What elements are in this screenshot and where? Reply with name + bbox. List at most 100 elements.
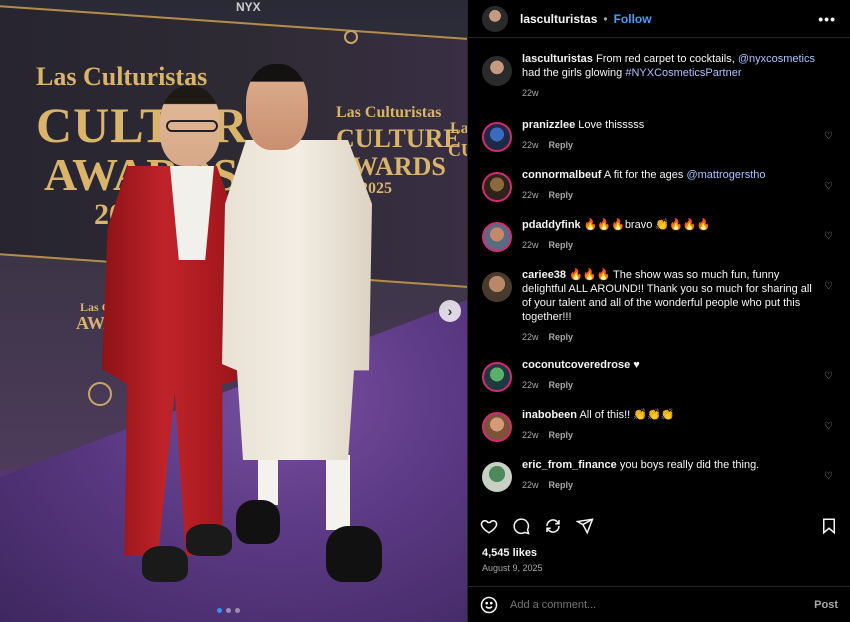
- avatar[interactable]: [482, 5, 508, 32]
- caption-time: 22w: [522, 88, 539, 98]
- comment-body: cariee38 🔥🔥🔥 The show was so much fun, f…: [522, 268, 822, 342]
- reply-button[interactable]: Reply: [549, 380, 574, 390]
- reply-button[interactable]: Reply: [549, 190, 574, 200]
- avatar[interactable]: [482, 272, 512, 302]
- post-actions: [468, 510, 850, 542]
- comment-row: pdaddyfink 🔥🔥🔥bravo 👏🔥🔥🔥 22w Reply ♡: [482, 218, 836, 252]
- comment-username[interactable]: connormalbeuf: [522, 169, 601, 181]
- comment-mention-link[interactable]: @mattrogerstho: [686, 169, 765, 181]
- more-options-icon[interactable]: •••: [818, 11, 836, 27]
- vw-logo-icon: [88, 382, 112, 406]
- like-comment-heart-icon[interactable]: ♡: [824, 182, 834, 192]
- caption-mention-link[interactable]: @nyxcosmetics: [738, 53, 815, 65]
- comment-text: pdaddyfink 🔥🔥🔥bravo 👏🔥🔥🔥: [522, 218, 822, 232]
- post-side-panel: lasculturistas • Follow ••• lasculturist…: [467, 0, 850, 622]
- reply-button[interactable]: Reply: [549, 430, 574, 440]
- backdrop-small-brand-1: Las Culturistas: [336, 104, 442, 121]
- comment-text: eric_from_finance you boys really did th…: [522, 458, 822, 472]
- bookmark-icon[interactable]: [820, 517, 838, 535]
- comment-time: 22w: [522, 332, 539, 342]
- comment-content: 🔥🔥🔥bravo 👏🔥🔥🔥: [580, 219, 711, 231]
- glasses: [166, 120, 218, 132]
- avatar[interactable]: [482, 222, 512, 252]
- carousel-next-button[interactable]: ›: [439, 300, 461, 322]
- comment-body: pdaddyfink 🔥🔥🔥bravo 👏🔥🔥🔥 22w Reply: [522, 218, 822, 252]
- reply-button[interactable]: Reply: [549, 240, 574, 250]
- comment-meta: 22w Reply: [522, 430, 822, 440]
- heart-icon[interactable]: [480, 517, 498, 535]
- nyx-logo: NYX: [236, 0, 261, 14]
- caption-part: had the girls glowing: [522, 67, 626, 79]
- comment-input[interactable]: [510, 598, 815, 611]
- like-comment-heart-icon[interactable]: ♡: [824, 282, 834, 292]
- person-white-suit-head: [246, 64, 308, 150]
- comment-time: 22w: [522, 430, 539, 440]
- caption-hashtag-link[interactable]: #NYXCosmeticsPartner: [625, 67, 741, 79]
- reply-button[interactable]: Reply: [549, 332, 574, 342]
- reply-button[interactable]: Reply: [549, 480, 574, 490]
- like-comment-heart-icon[interactable]: ♡: [824, 132, 834, 142]
- share-icon[interactable]: [544, 517, 562, 535]
- shoe: [236, 500, 280, 544]
- comment-row: cariee38 🔥🔥🔥 The show was so much fun, f…: [482, 268, 836, 342]
- comment-username[interactable]: coconutcoveredrose: [522, 359, 630, 371]
- comment-username[interactable]: cariee38: [522, 269, 566, 281]
- reply-button[interactable]: Reply: [549, 140, 574, 150]
- like-comment-heart-icon[interactable]: ♡: [824, 372, 834, 382]
- comment-text: coconutcoveredrose ♥: [522, 358, 822, 372]
- comment-row: coconutcoveredrose ♥ 22w Reply ♡: [482, 358, 836, 392]
- comment-time: 22w: [522, 240, 539, 250]
- carousel-dot-active: [217, 608, 222, 613]
- comment-body: coconutcoveredrose ♥ 22w Reply: [522, 358, 822, 392]
- send-icon[interactable]: [576, 517, 594, 535]
- avatar[interactable]: [482, 362, 512, 392]
- comment-body: eric_from_finance you boys really did th…: [522, 458, 822, 492]
- emoji-icon[interactable]: [480, 596, 498, 614]
- avatar[interactable]: [482, 56, 512, 86]
- header-username[interactable]: lasculturistas: [520, 12, 597, 26]
- comment-icon[interactable]: [512, 517, 530, 535]
- post-photo[interactable]: NYX Las Culturistas CULTURE AWARDS 2025 …: [0, 0, 467, 622]
- shoe: [326, 526, 382, 582]
- caption-part: From red carpet to cocktails,: [592, 53, 738, 65]
- like-comment-heart-icon[interactable]: ♡: [824, 422, 834, 432]
- separator: •: [603, 11, 608, 26]
- comment-text: inabobeen All of this!! 👏👏👏: [522, 408, 822, 422]
- avatar[interactable]: [482, 462, 512, 492]
- comment-username[interactable]: pranizzlee: [522, 119, 575, 131]
- comment-content: All of this!! 👏👏👏: [577, 409, 675, 421]
- post-comment-button[interactable]: Post: [814, 599, 838, 611]
- avatar[interactable]: [482, 122, 512, 152]
- person-white-suit: [222, 140, 372, 460]
- likes-count[interactable]: 4,545 likes: [482, 547, 537, 559]
- like-comment-heart-icon[interactable]: ♡: [824, 232, 834, 242]
- add-comment-bar: Post: [468, 586, 850, 622]
- follow-button[interactable]: Follow: [614, 12, 652, 26]
- comment-meta: 22w Reply: [522, 140, 822, 150]
- comment-time: 22w: [522, 190, 539, 200]
- comment-row: pranizzlee Love thisssss 22w Reply ♡: [482, 118, 836, 152]
- comment-username[interactable]: eric_from_finance: [522, 459, 617, 471]
- comment-text: pranizzlee Love thisssss: [522, 118, 822, 132]
- like-comment-heart-icon[interactable]: ♡: [824, 472, 834, 482]
- comment-row: connormalbeuf A fit for the ages @mattro…: [482, 168, 836, 202]
- comment-time: 22w: [522, 140, 539, 150]
- comment-content: A fit for the ages: [601, 169, 687, 181]
- post-caption: lasculturistas From red carpet to cockta…: [482, 52, 836, 98]
- comments-list[interactable]: lasculturistas From red carpet to cockta…: [468, 38, 850, 510]
- caption-username[interactable]: lasculturistas: [522, 53, 593, 65]
- backdrop-side-brand-1: Las: [450, 120, 467, 137]
- carousel-dot: [226, 608, 231, 613]
- carousel-dots: [217, 608, 240, 613]
- avatar[interactable]: [482, 172, 512, 202]
- comment-meta: 22w Reply: [522, 480, 822, 490]
- caption-body: lasculturistas From red carpet to cockta…: [522, 52, 822, 98]
- comment-text: cariee38 🔥🔥🔥 The show was so much fun, f…: [522, 268, 822, 324]
- comment-username[interactable]: inabobeen: [522, 409, 577, 421]
- comment-username[interactable]: pdaddyfink: [522, 219, 581, 231]
- leg: [326, 455, 350, 530]
- comment-meta: 22w Reply: [522, 240, 822, 250]
- avatar[interactable]: [482, 412, 512, 442]
- comment-text: connormalbeuf A fit for the ages @mattro…: [522, 168, 822, 182]
- post-date: August 9, 2025: [482, 563, 543, 573]
